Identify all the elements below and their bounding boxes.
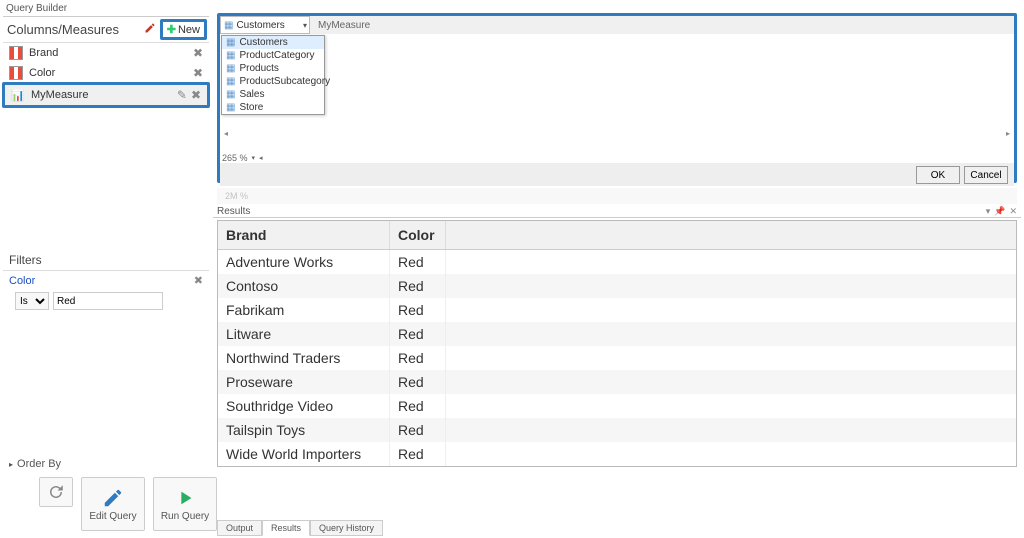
tab-output[interactable]: Output bbox=[217, 520, 262, 536]
filter-field-name[interactable]: Color bbox=[9, 275, 190, 287]
table-row[interactable]: Tailspin ToysRed bbox=[218, 418, 1016, 442]
edit-measure-icon[interactable]: ✎ bbox=[177, 88, 187, 102]
new-measure-button[interactable]: ✚ New bbox=[160, 19, 207, 40]
results-title: Results bbox=[217, 206, 986, 217]
table-combo[interactable]: ▦ Customers ▾ Customers ProductCategory … bbox=[220, 16, 310, 34]
table-row[interactable]: ContosoRed bbox=[218, 274, 1016, 298]
column-header-color[interactable]: Color bbox=[390, 221, 446, 249]
results-grid: Brand Color Adventure WorksRed ContosoRe… bbox=[217, 220, 1017, 467]
run-query-button[interactable]: Run Query bbox=[153, 477, 217, 531]
remove-column-icon[interactable]: ✖ bbox=[191, 88, 201, 102]
measure-editor: ▦ Customers ▾ Customers ProductCategory … bbox=[217, 13, 1017, 183]
column-label: Color bbox=[29, 67, 55, 79]
table-row[interactable]: FabrikamRed bbox=[218, 298, 1016, 322]
dimension-icon bbox=[9, 66, 23, 80]
table-icon bbox=[226, 76, 235, 87]
table-row[interactable]: Adventure WorksRed bbox=[218, 250, 1016, 274]
table-row[interactable]: Southridge VideoRed bbox=[218, 394, 1016, 418]
ghost-zoom-bar: 2M % bbox=[217, 188, 1017, 204]
query-builder-title: Query Builder bbox=[3, 3, 209, 17]
cancel-button[interactable]: Cancel bbox=[964, 166, 1008, 184]
orderby-title: Order By bbox=[17, 458, 61, 470]
dimension-icon bbox=[9, 46, 23, 60]
table-option-store[interactable]: Store bbox=[222, 101, 324, 114]
table-icon bbox=[226, 50, 235, 61]
expression-editor[interactable]: 265 % ▾ ◂ ◂ ▸ bbox=[220, 34, 1014, 164]
scroll-left-icon[interactable]: ◂ bbox=[224, 129, 228, 139]
filter-op-select[interactable]: Is bbox=[15, 292, 49, 310]
edit-query-label: Edit Query bbox=[89, 511, 136, 522]
table-option-productsubcategory[interactable]: ProductSubcategory bbox=[222, 75, 324, 88]
table-icon bbox=[226, 63, 235, 74]
dropdown-icon[interactable]: ▾ bbox=[986, 206, 991, 217]
table-option-products[interactable]: Products bbox=[222, 62, 324, 75]
plus-icon: ✚ bbox=[167, 23, 176, 36]
measure-icon bbox=[11, 88, 25, 102]
table-dropdown: Customers ProductCategory Products Produ… bbox=[221, 35, 325, 115]
column-item-brand[interactable]: Brand ✖ bbox=[3, 43, 209, 63]
table-row[interactable]: Wide World ImportersRed bbox=[218, 442, 1016, 466]
column-item-mymeasure[interactable]: MyMeasure ✎ ✖ bbox=[2, 82, 210, 108]
table-option-productcategory[interactable]: ProductCategory bbox=[222, 49, 324, 62]
expand-icon bbox=[9, 458, 13, 470]
scroll-left-icon[interactable]: ◂ bbox=[259, 154, 263, 162]
table-icon: ▦ bbox=[224, 20, 233, 31]
ok-button[interactable]: OK bbox=[916, 166, 960, 184]
edit-query-button[interactable]: Edit Query bbox=[81, 477, 145, 531]
edit-columns-icon[interactable] bbox=[140, 20, 160, 39]
table-row[interactable]: ProsewareRed bbox=[218, 370, 1016, 394]
zoom-label: 265 % bbox=[222, 153, 248, 163]
table-row[interactable]: Northwind TradersRed bbox=[218, 346, 1016, 370]
zoom-dropdown-icon[interactable]: ▾ bbox=[252, 154, 256, 162]
close-icon[interactable]: ✕ bbox=[1009, 206, 1017, 217]
table-icon bbox=[226, 37, 235, 48]
column-item-color[interactable]: Color ✖ bbox=[3, 63, 209, 83]
pin-icon[interactable]: 📌 bbox=[994, 206, 1005, 217]
refresh-button[interactable] bbox=[39, 477, 73, 507]
scroll-right-icon[interactable]: ▸ bbox=[1006, 129, 1010, 139]
orderby-section[interactable]: Order By bbox=[3, 455, 209, 473]
column-label: MyMeasure bbox=[31, 89, 88, 101]
column-label: Brand bbox=[29, 47, 58, 59]
chevron-down-icon: ▾ bbox=[303, 21, 307, 30]
filters-title: Filters bbox=[3, 250, 209, 271]
measure-name-label: MyMeasure bbox=[312, 20, 376, 31]
table-option-sales[interactable]: Sales bbox=[222, 88, 324, 101]
remove-column-icon[interactable]: ✖ bbox=[193, 46, 203, 60]
new-label: New bbox=[178, 24, 200, 36]
table-icon bbox=[226, 89, 235, 100]
filter-value-input[interactable] bbox=[53, 292, 163, 310]
table-option-customers[interactable]: Customers bbox=[222, 36, 324, 49]
column-header-brand[interactable]: Brand bbox=[218, 221, 390, 249]
table-selected: Customers bbox=[236, 20, 284, 31]
run-query-label: Run Query bbox=[161, 511, 209, 522]
columns-measures-title: Columns/Measures bbox=[7, 22, 119, 37]
remove-filter-icon[interactable]: ✖ bbox=[194, 274, 203, 287]
remove-column-icon[interactable]: ✖ bbox=[193, 66, 203, 80]
tab-query-history[interactable]: Query History bbox=[310, 520, 383, 536]
table-icon bbox=[226, 102, 235, 113]
table-row[interactable]: LitwareRed bbox=[218, 322, 1016, 346]
tab-results[interactable]: Results bbox=[262, 520, 310, 536]
